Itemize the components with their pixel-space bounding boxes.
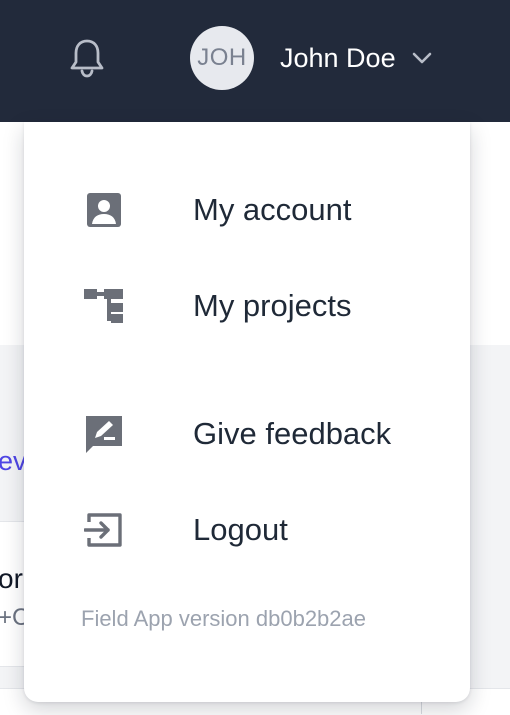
notifications-button[interactable]: [66, 37, 108, 79]
chevron-down-icon: [410, 46, 434, 70]
bell-icon: [70, 39, 104, 78]
menu-item-label: My account: [193, 192, 352, 227]
feedback-icon: [82, 412, 126, 456]
account-box-icon: [82, 188, 126, 232]
page-link-fragment[interactable]: ev: [0, 446, 27, 477]
menu-item-label: My projects: [193, 288, 352, 323]
menu-item-give-feedback[interactable]: Give feedback: [24, 394, 470, 474]
menu-item-my-account[interactable]: My account: [24, 170, 470, 250]
user-dropdown-menu: My account My projects Give feedback Log…: [24, 122, 470, 702]
user-name: John Doe: [280, 42, 396, 73]
page-card-title-fragment: or: [0, 563, 23, 594]
avatar-initials: JOH: [197, 44, 247, 71]
menu-item-logout[interactable]: Logout: [24, 490, 470, 570]
user-menu-toggle[interactable]: JOH John Doe: [190, 26, 434, 90]
project-tree-icon: [82, 284, 126, 328]
menu-item-label: Logout: [193, 512, 288, 547]
logout-icon: [82, 508, 126, 552]
top-navigation-bar: JOH John Doe: [0, 0, 510, 122]
menu-item-label: Give feedback: [193, 416, 392, 451]
app-version: Field App version db0b2b2ae: [81, 606, 366, 631]
menu-item-my-projects[interactable]: My projects: [24, 266, 470, 346]
avatar: JOH: [190, 26, 254, 90]
